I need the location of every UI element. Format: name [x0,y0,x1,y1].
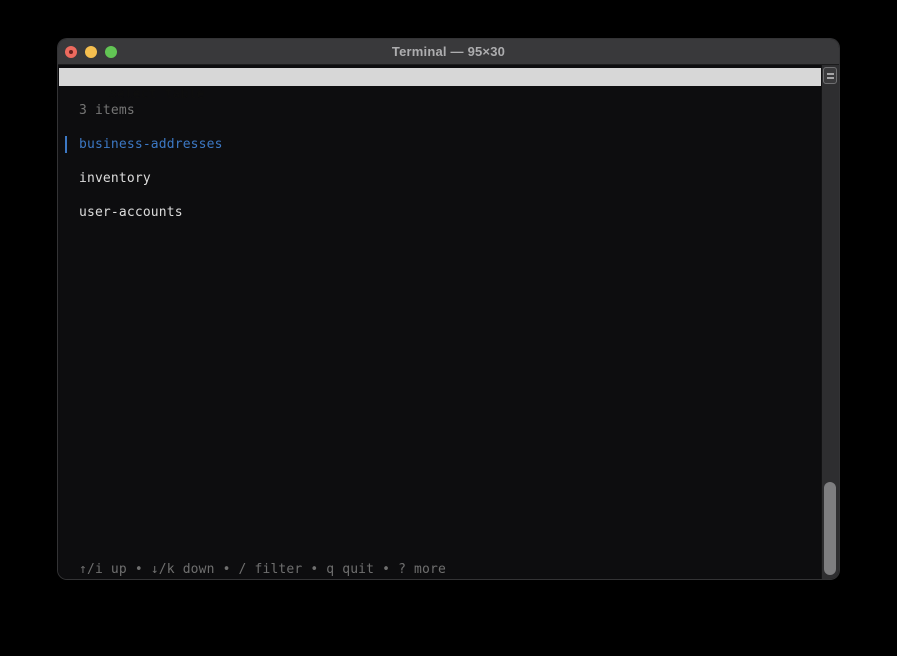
list-item-user-accounts[interactable]: user-accounts [79,204,183,221]
terminal-window: Terminal — 95×30 Select table 3 items bu… [57,38,840,580]
help-bar: ↑/i up • ↓/k down • / filter • q quit • … [79,561,446,578]
window-title: Terminal — 95×30 [58,39,839,64]
list-item-inventory[interactable]: inventory [79,170,151,187]
items-count: 3 items [79,102,135,119]
terminal-content: Select table 3 items business-addresses … [58,65,839,579]
list-title-bar: Select table [59,68,821,86]
scrollbar[interactable] [821,65,839,579]
split-pane-icon [827,73,834,79]
list-title: Select table [109,87,205,102]
scrollbar-thumb[interactable] [824,482,836,575]
list-item-business-addresses[interactable]: business-addresses [79,136,223,153]
split-pane-button[interactable] [823,67,837,84]
window-titlebar[interactable]: Terminal — 95×30 [58,39,839,65]
selection-indicator [65,136,67,153]
